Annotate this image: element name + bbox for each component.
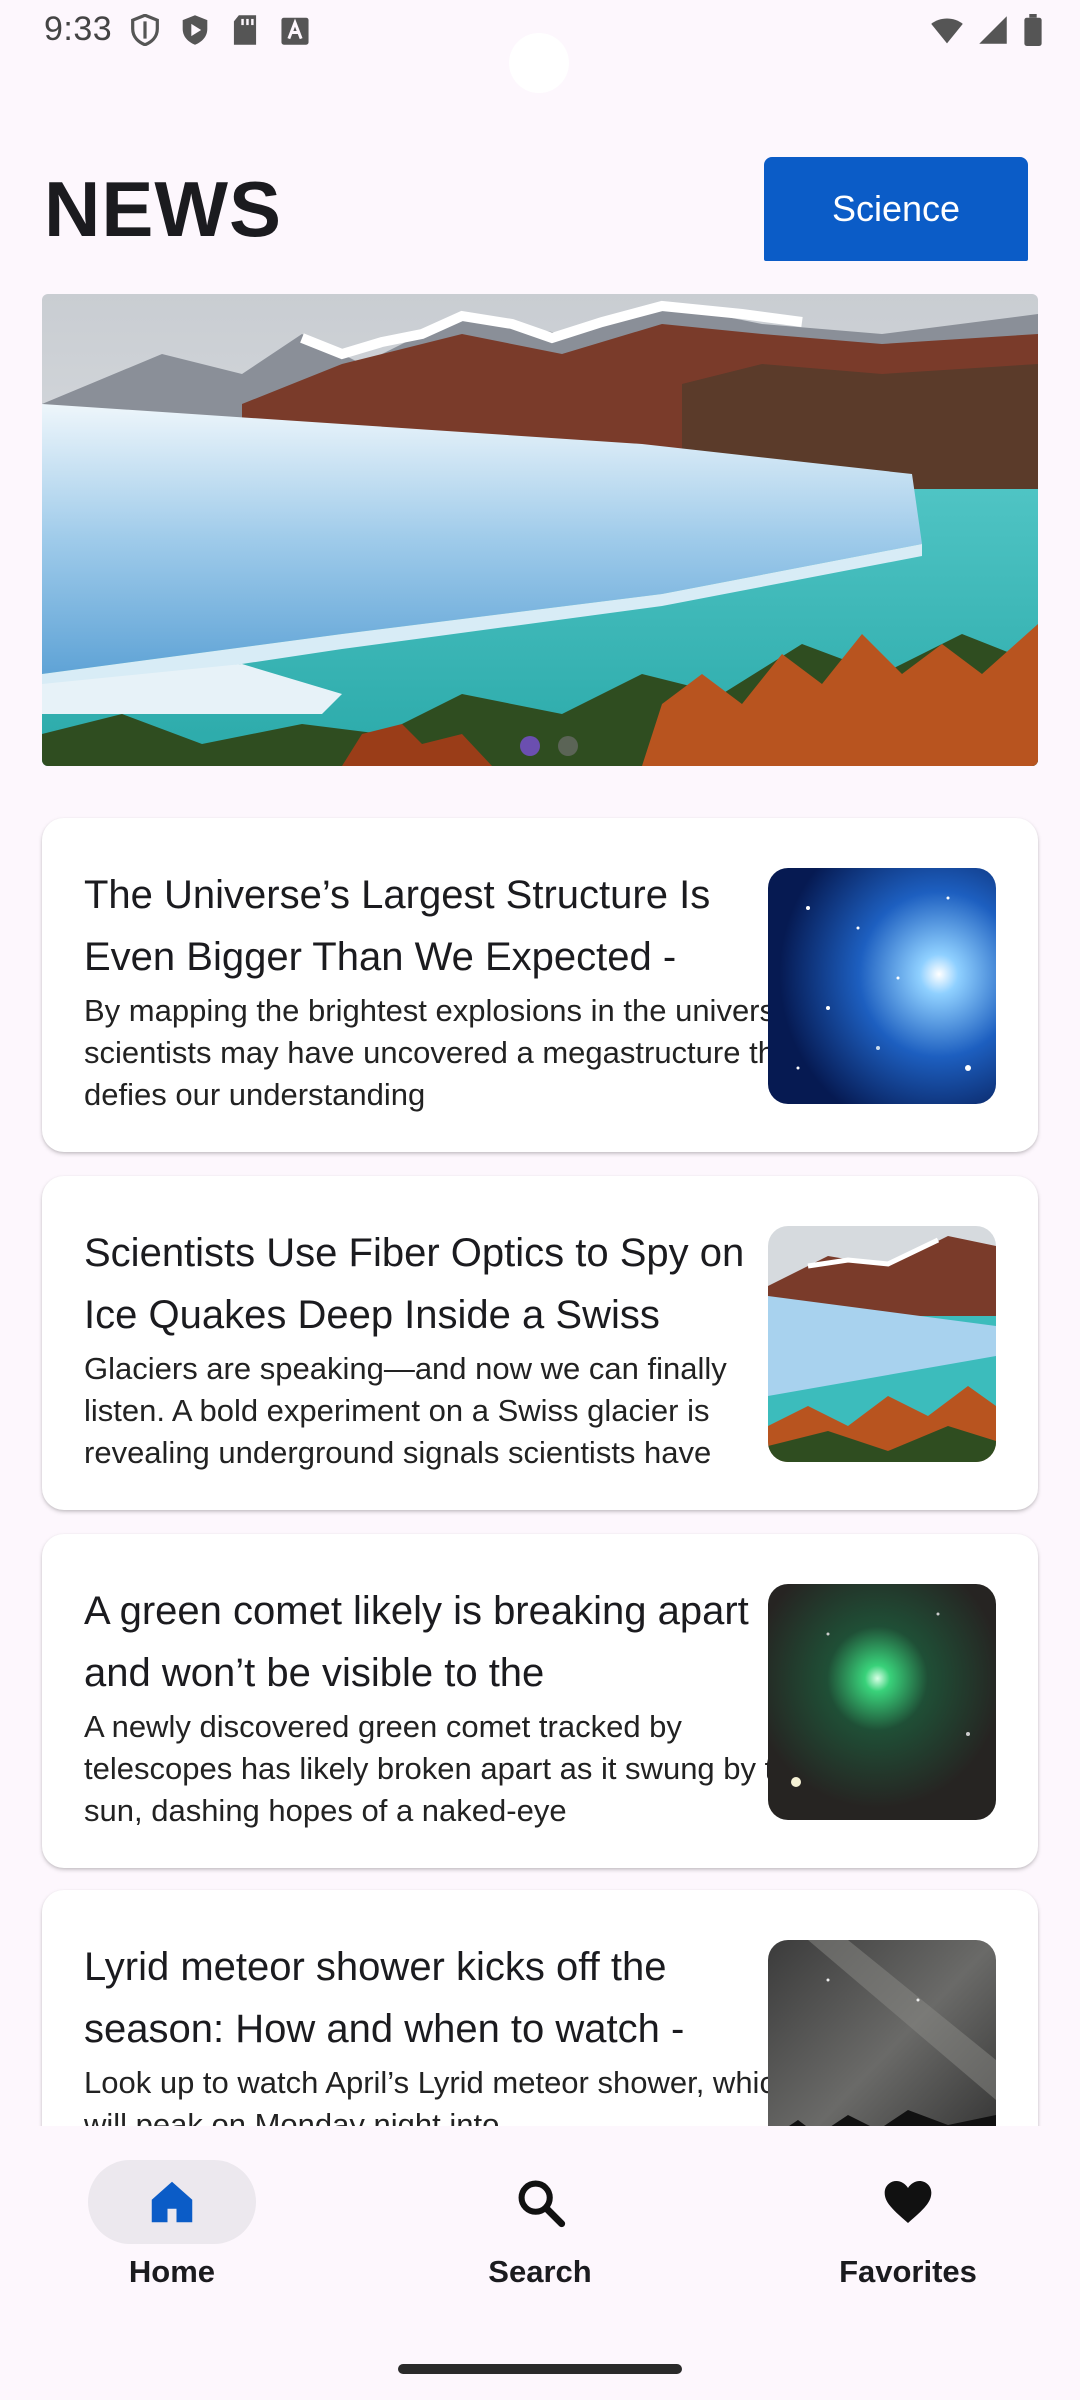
shield-icon	[131, 14, 159, 46]
article-title: A green comet likely is breaking apart a…	[84, 1589, 749, 1695]
article-thumbnail	[768, 1584, 996, 1820]
nav-item-favorites[interactable]: Favorites	[788, 2160, 1028, 2290]
carousel-indicator	[520, 736, 578, 756]
camera-cutout	[509, 33, 569, 93]
bottom-navigation: Home Search Favorites	[0, 2126, 1080, 2400]
page-title: NEWS	[44, 165, 282, 253]
article-card[interactable]: The Universe’s Largest Structure Is Even…	[42, 818, 1038, 1152]
signal-icon	[979, 16, 1007, 44]
article-title: Lyrid meteor shower kicks off the season…	[84, 1945, 685, 2051]
article-card[interactable]: A green comet likely is breaking apart a…	[42, 1534, 1038, 1868]
article-thumbnail	[768, 1226, 996, 1462]
article-title: The Universe’s Largest Structure Is Even…	[84, 873, 711, 979]
article-description: A newly discovered green comet tracked b…	[84, 1709, 808, 1828]
category-button[interactable]: Science	[764, 157, 1028, 261]
nav-label-home: Home	[128, 2254, 216, 2289]
hero-carousel-image[interactable]	[42, 294, 1038, 766]
play-protect-icon	[182, 15, 208, 45]
nav-item-search[interactable]: Search	[420, 2160, 660, 2290]
wifi-icon	[931, 18, 963, 44]
article-thumbnail	[768, 868, 996, 1104]
search-icon	[518, 2180, 566, 2228]
sd-card-icon	[233, 15, 257, 45]
carousel-dot-active[interactable]	[520, 736, 540, 756]
heart-icon	[884, 2181, 932, 2223]
carousel-dot[interactable]	[558, 736, 578, 756]
nav-label-favorites: Favorites	[839, 2254, 977, 2289]
status-time: 9:33	[44, 10, 113, 48]
battery-icon	[1024, 14, 1042, 46]
nav-active-indicator	[88, 2160, 256, 2244]
article-description: Glaciers are speaking—and now we can fin…	[84, 1351, 727, 1470]
home-icon	[151, 2181, 193, 2223]
article-card[interactable]: Scientists Use Fiber Optics to Spy on Ic…	[42, 1176, 1038, 1510]
gesture-navigation-bar[interactable]	[398, 2364, 682, 2374]
article-description: By mapping the brightest explosions in t…	[84, 993, 801, 1112]
article-title: Scientists Use Fiber Optics to Spy on Ic…	[84, 1231, 745, 1337]
nav-label-search: Search	[488, 2254, 592, 2289]
font-a-icon	[281, 17, 309, 45]
nav-item-home[interactable]: Home	[52, 2160, 292, 2290]
